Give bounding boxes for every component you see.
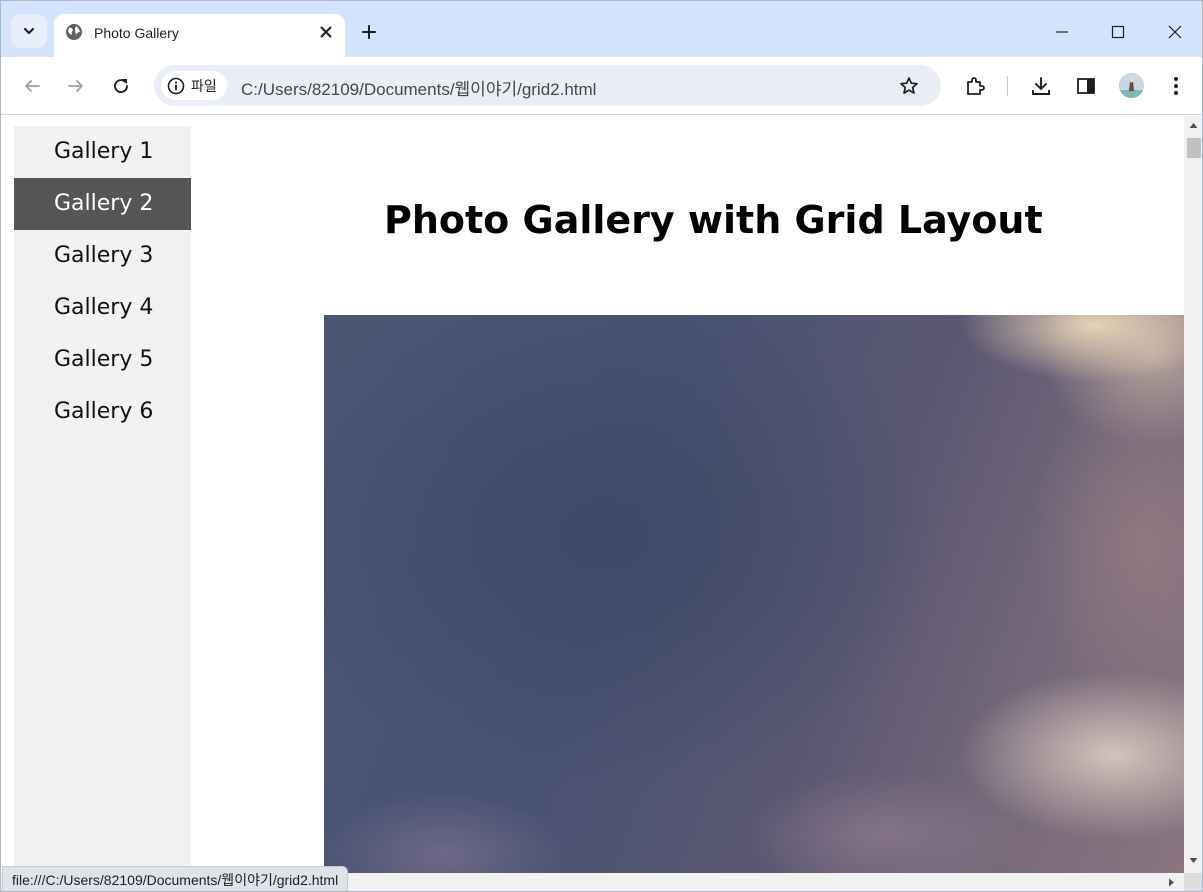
plus-icon — [362, 25, 376, 39]
scrollbar-corner — [1184, 873, 1202, 891]
maximize-button[interactable] — [1101, 15, 1135, 49]
reload-button[interactable] — [103, 68, 139, 104]
more-vertical-icon — [1174, 77, 1178, 95]
tab-strip: Photo Gallery — [1, 1, 1202, 57]
close-tab-button[interactable] — [316, 22, 336, 42]
close-window-button[interactable] — [1158, 15, 1192, 49]
address-bar[interactable]: 파일 C:/Users/82109/Documents/웹이야기/grid2.h… — [154, 65, 941, 106]
back-button[interactable] — [14, 68, 50, 104]
site-info-label: 파일 — [191, 78, 217, 95]
minimize-icon — [1056, 31, 1068, 33]
site-info-chip[interactable]: 파일 — [161, 71, 227, 100]
profile-picture-icon — [1119, 73, 1144, 98]
browser-toolbar: 파일 C:/Users/82109/Documents/웹이야기/grid2.h… — [1, 57, 1202, 115]
globe-icon — [66, 24, 82, 40]
chevron-down-icon — [23, 27, 35, 35]
sidebar-item-gallery-5[interactable]: Gallery 5 — [14, 334, 191, 386]
puzzle-icon — [967, 77, 985, 95]
bookmark-button[interactable] — [897, 74, 921, 98]
gallery-photo — [324, 315, 1184, 873]
toolbar-separator — [1007, 76, 1008, 96]
tab-photo-gallery[interactable]: Photo Gallery — [54, 14, 345, 57]
gallery-sidebar: Gallery 1 Gallery 2 Gallery 3 Gallery 4 … — [14, 126, 191, 873]
extensions-button[interactable] — [961, 72, 989, 100]
tab-title: Photo Gallery — [94, 25, 179, 41]
sidebar-item-gallery-4[interactable]: Gallery 4 — [14, 282, 191, 334]
status-bar-url: file:///C:/Users/82109/Documents/웹이야기/gr… — [2, 866, 349, 891]
arrow-left-icon — [25, 80, 40, 92]
sidebar-item-gallery-2[interactable]: Gallery 2 — [14, 178, 191, 230]
sidebar-item-gallery-3[interactable]: Gallery 3 — [14, 230, 191, 282]
downloads-button[interactable] — [1027, 72, 1055, 100]
download-icon — [1032, 77, 1050, 95]
reload-icon — [114, 79, 128, 94]
page-viewport: Gallery 1 Gallery 2 Gallery 3 Gallery 4 … — [1, 116, 1184, 873]
side-panel-button[interactable] — [1072, 72, 1100, 100]
menu-button[interactable] — [1162, 72, 1190, 100]
vertical-scrollbar[interactable] — [1184, 116, 1202, 873]
url-text[interactable]: C:/Users/82109/Documents/웹이야기/grid2.html — [241, 75, 596, 100]
forward-button[interactable] — [58, 68, 94, 104]
page-title: Photo Gallery with Grid Layout — [384, 198, 1043, 242]
tab-search-button[interactable] — [11, 14, 47, 48]
new-tab-button[interactable] — [356, 19, 382, 45]
scrollbar-thumb[interactable] — [1187, 138, 1201, 158]
info-icon — [167, 77, 185, 94]
star-icon — [900, 77, 918, 94]
scroll-up-arrow-icon[interactable] — [1189, 122, 1198, 129]
sidebar-item-gallery-1[interactable]: Gallery 1 — [14, 126, 191, 178]
profile-avatar[interactable] — [1119, 73, 1144, 98]
sidebar-item-gallery-6[interactable]: Gallery 6 — [14, 386, 191, 438]
arrow-right-icon — [68, 80, 83, 92]
close-icon — [320, 26, 332, 38]
maximize-icon — [1111, 25, 1125, 39]
side-panel-icon — [1077, 78, 1095, 94]
browser-window: Photo Gallery 파일 C:/Users/82109/Document… — [0, 0, 1203, 892]
close-icon — [1168, 25, 1182, 39]
minimize-button[interactable] — [1045, 15, 1079, 49]
scroll-right-arrow-icon[interactable] — [1168, 878, 1175, 887]
scroll-down-arrow-icon[interactable] — [1189, 857, 1198, 864]
